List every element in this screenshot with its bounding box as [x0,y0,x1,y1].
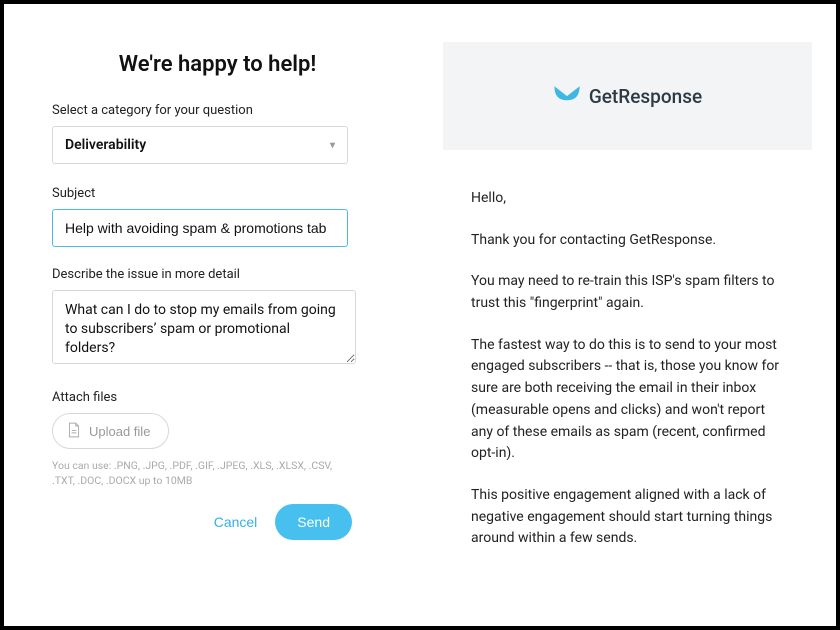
chevron-down-icon: ▾ [330,140,335,151]
subject-label: Subject [52,186,407,201]
category-value: Deliverability [65,137,146,153]
file-hint: You can use: .PNG, .JPG, .PDF, .GIF, .JP… [52,459,352,488]
reply-paragraph: You may need to re-train this ISP's spam… [471,271,788,314]
upload-label: Upload file [89,424,150,439]
describe-textarea[interactable] [52,290,356,364]
subject-input[interactable] [52,209,348,247]
reply-paragraph: The fastest way to do this is to send to… [471,335,788,465]
reply-paragraph: This positive engagement aligned with a … [471,485,788,550]
reply-body: Hello, Thank you for contacting GetRespo… [443,150,808,550]
category-select[interactable]: Deliverability ▾ [52,126,348,164]
brand-header: GetResponse [443,42,812,150]
envelope-icon [553,83,581,109]
file-icon [67,422,81,441]
send-button[interactable]: Send [275,504,352,540]
upload-file-button[interactable]: Upload file [52,413,169,449]
cancel-button[interactable]: Cancel [214,514,258,530]
brand-name: GetResponse [589,85,702,108]
reply-greeting: Hello, [471,188,788,210]
reply-paragraph: Thank you for contacting GetResponse. [471,230,788,252]
attach-label: Attach files [52,390,407,405]
category-label: Select a category for your question [52,103,407,118]
describe-label: Describe the issue in more detail [52,267,407,282]
page-title: We're happy to help! [28,52,407,77]
